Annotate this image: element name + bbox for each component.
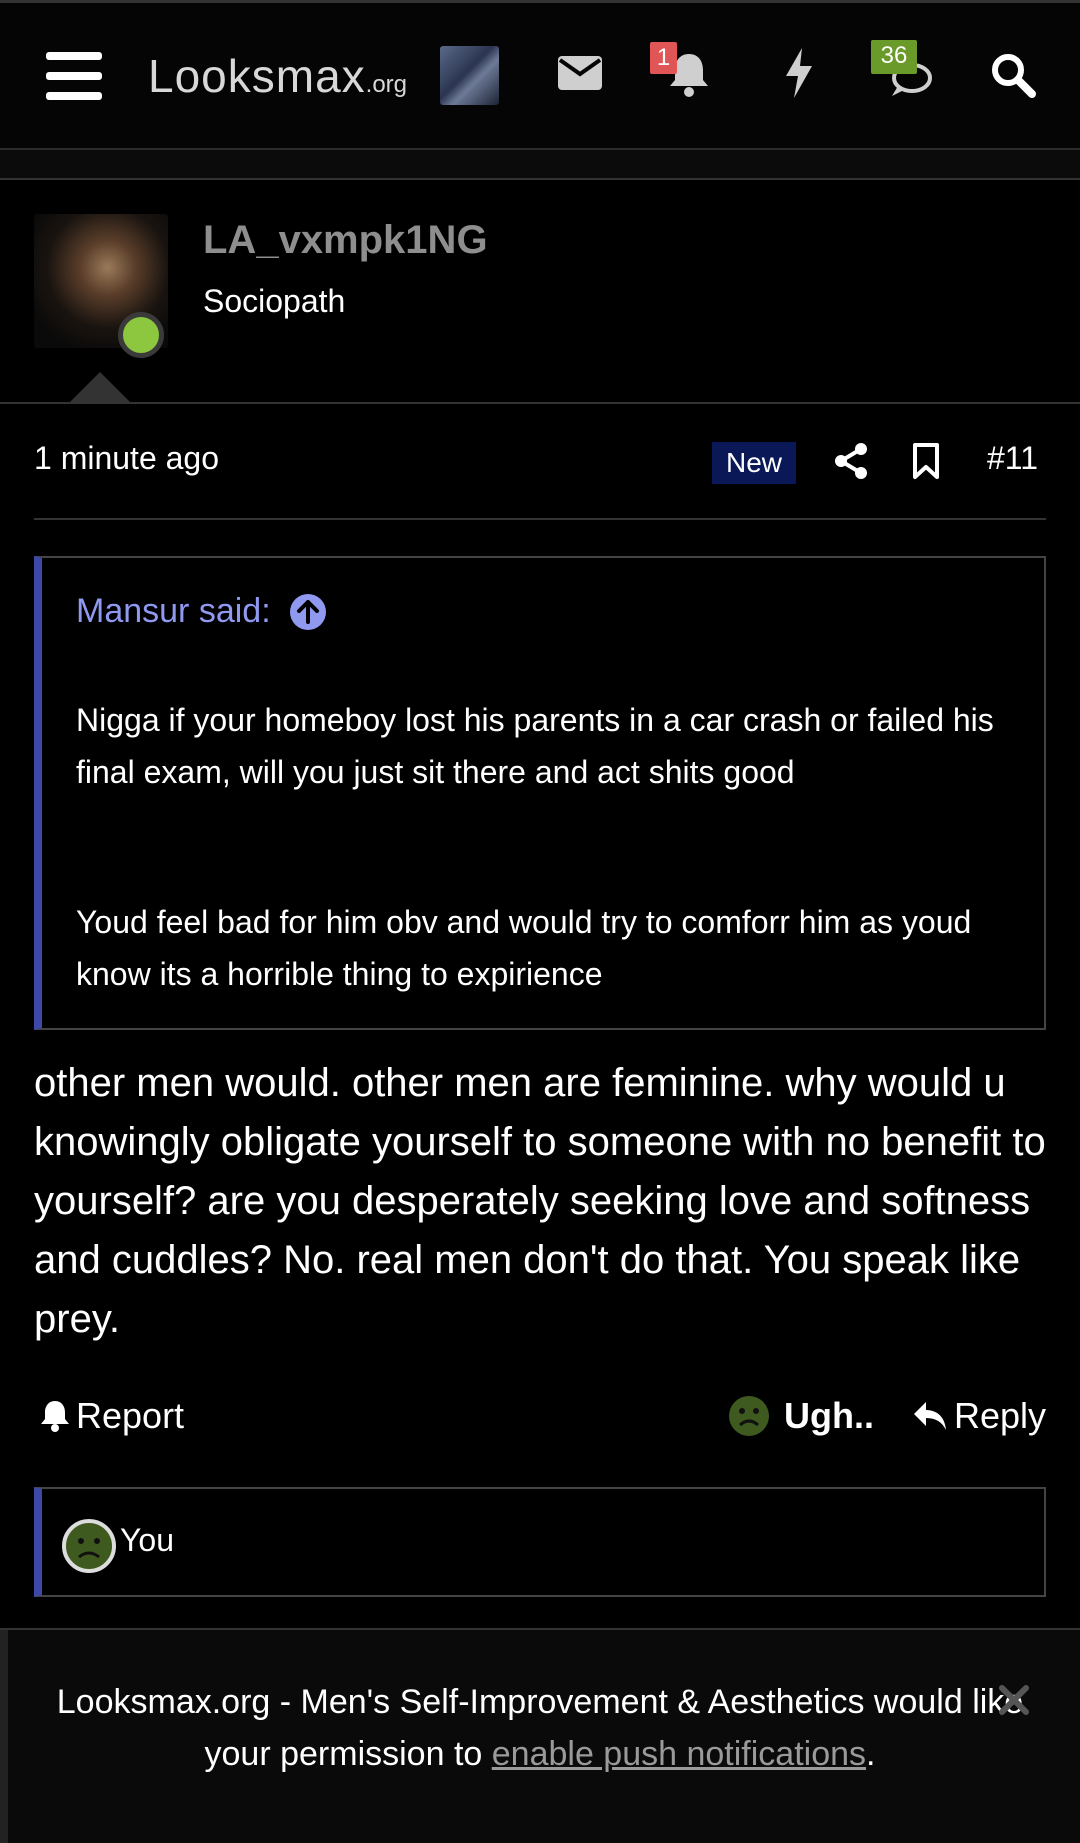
enable-push-notifications-link[interactable]: enable push notifications: [492, 1735, 866, 1773]
quote-author-label: Mansur said:: [76, 592, 271, 630]
site-logo[interactable]: Looksmax.org: [148, 48, 407, 113]
account-avatar-thumbnail[interactable]: [440, 46, 499, 105]
avatar-pointer-arrow: [68, 372, 132, 404]
new-badge: New: [712, 442, 796, 484]
sick-face-icon: [62, 1519, 116, 1573]
username[interactable]: LA_vxmpk1NG: [203, 218, 488, 263]
reaction-button[interactable]: Ugh..: [728, 1392, 874, 1440]
reaction-label: Ugh..: [784, 1395, 874, 1436]
mail-icon[interactable]: [558, 56, 602, 90]
reactions-bar[interactable]: [34, 1487, 1046, 1597]
post-number-link[interactable]: #11: [987, 440, 1038, 477]
push-notification-text: Looksmax.org - Men's Self-Improvement & …: [40, 1676, 1040, 1780]
reply-label: Reply: [954, 1395, 1047, 1436]
quote-author-link[interactable]: Mansur said:: [76, 592, 327, 631]
quote-paragraph: Nigga if your homeboy lost his parents i…: [76, 702, 994, 790]
user-title: Sociopath: [203, 283, 346, 319]
divider: [34, 518, 1046, 520]
bookmark-icon[interactable]: [912, 442, 940, 480]
search-icon[interactable]: [990, 52, 1036, 98]
post-message-body: other men would. other men are feminine.…: [34, 1061, 1046, 1341]
share-icon[interactable]: [834, 442, 868, 480]
sick-face-icon: [729, 1396, 769, 1436]
lightning-icon[interactable]: [784, 48, 814, 98]
divider: [0, 402, 1080, 404]
post-timestamp[interactable]: 1 minute ago: [34, 440, 219, 477]
conversations-count-badge: 36: [871, 40, 917, 74]
notifications-count-badge: 1: [650, 42, 677, 74]
bell-icon: [41, 1401, 69, 1432]
close-icon[interactable]: [998, 1684, 1030, 1716]
menu-icon[interactable]: [46, 52, 102, 100]
sub-navigation-strip: [0, 150, 1080, 178]
report-label: Report: [76, 1395, 185, 1436]
arrow-up-circle-icon[interactable]: [289, 593, 327, 631]
online-status-indicator: [118, 312, 164, 358]
reacted-by-you[interactable]: You: [120, 1522, 174, 1559]
reply-arrow-icon: [914, 1402, 946, 1430]
push-prompt-period: .: [866, 1735, 876, 1773]
report-button[interactable]: Report: [40, 1392, 184, 1440]
divider: [0, 178, 1080, 180]
reply-button[interactable]: Reply: [912, 1392, 1046, 1440]
quote-paragraph: Youd feel bad for him obv and would try …: [76, 904, 972, 992]
